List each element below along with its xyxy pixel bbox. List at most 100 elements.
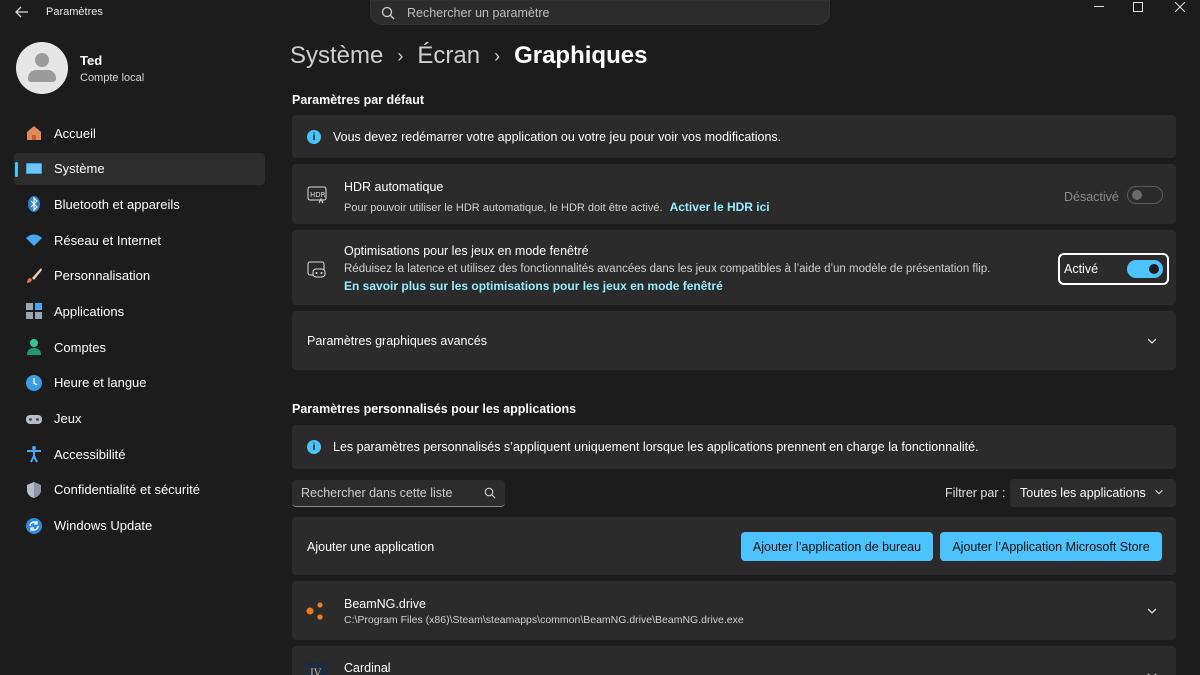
title-bar: Paramètres Rechercher un paramètre xyxy=(0,0,1200,28)
sidebar-item-label: Bluetooth et appareils xyxy=(54,196,180,212)
system-icon xyxy=(24,159,44,179)
sidebar-item-label: Applications xyxy=(54,303,125,319)
update-icon xyxy=(24,516,44,536)
filter-dropdown[interactable]: Toutes les applications xyxy=(1010,479,1176,507)
sidebar-item-heure[interactable]: Heure et langue xyxy=(14,367,265,399)
back-arrow-icon xyxy=(15,6,28,18)
windowed-game-icon xyxy=(307,261,326,278)
breadcrumb-chevron-icon: › xyxy=(397,45,404,66)
accessibility-icon xyxy=(24,444,44,464)
custom-info-text: Les paramètres personnalisés s’appliquen… xyxy=(333,440,979,454)
search-icon xyxy=(484,487,496,499)
hdr-icon: HDR xyxy=(307,186,327,204)
focus-outline xyxy=(1058,253,1169,285)
account-icon xyxy=(24,337,44,357)
sidebar-item-accueil[interactable]: Accueil xyxy=(14,117,265,149)
chevron-down-icon xyxy=(1147,608,1157,614)
windowed-description: Réduisez la latence et utilisez des fonc… xyxy=(344,263,991,275)
add-app-card: Ajouter une application Ajouter l’applic… xyxy=(292,517,1176,575)
sidebar-item-label: Accessibilité xyxy=(54,446,126,462)
windowed-optimizations-card: Optimisations pour les jeux en mode fenê… xyxy=(292,230,1176,305)
filter-value: Toutes les applications xyxy=(1020,486,1146,500)
chevron-down-icon xyxy=(1155,489,1163,495)
beamng-icon xyxy=(306,602,323,620)
sidebar-item-label: Heure et langue xyxy=(54,375,147,391)
app-name: BeamNG.drive xyxy=(344,597,426,611)
sidebar-item-label: Personnalisation xyxy=(54,268,151,284)
add-app-label: Ajouter une application xyxy=(307,540,435,554)
section-title-defaults: Paramètres par défaut xyxy=(292,93,425,107)
add-desktop-app-button[interactable]: Ajouter l’application de bureau xyxy=(741,532,933,561)
app-row-beamng[interactable]: BeamNG.drive C:\Program Files (x86)\Stea… xyxy=(292,581,1176,640)
custom-info-card: i Les paramètres personnalisés s’appliqu… xyxy=(292,425,1176,469)
sidebar-item-comptes[interactable]: Comptes xyxy=(14,331,265,363)
sidebar-item-label: Jeux xyxy=(54,411,82,426)
sidebar-item-bluetooth[interactable]: Bluetooth et appareils xyxy=(14,188,265,220)
app-title: Paramètres xyxy=(46,6,103,18)
profile-account-type: Compte local xyxy=(80,71,145,84)
sidebar-item-personnalisation[interactable]: Personnalisation xyxy=(14,260,265,292)
app-path: C:\Program Files (x86)\Steam\steamapps\c… xyxy=(344,614,744,626)
avatar xyxy=(16,42,68,94)
hdr-state-label: Désactivé xyxy=(1064,190,1119,204)
hdr-card: HDR HDR automatique Pour pouvoir utilise… xyxy=(292,164,1176,224)
chevron-down-icon xyxy=(1147,338,1157,344)
sidebar-item-jeux[interactable]: Jeux xyxy=(14,403,265,435)
add-store-app-button[interactable]: Ajouter l’Application Microsoft Store xyxy=(940,532,1162,561)
sidebar-item-accessibilite[interactable]: Accessibilité xyxy=(14,438,265,470)
wifi-icon xyxy=(24,230,44,250)
page-title: Graphiques xyxy=(514,42,648,69)
time-language-icon xyxy=(24,373,44,393)
sidebar-item-label: Réseau et Internet xyxy=(54,232,161,248)
chevron-down-icon xyxy=(1147,673,1157,675)
info-icon: i xyxy=(307,440,321,454)
hdr-title: HDR automatique xyxy=(344,180,444,194)
sidebar-item-label: Accueil xyxy=(54,125,96,141)
shield-icon xyxy=(24,480,44,500)
sidebar-item-label: Windows Update xyxy=(54,518,153,534)
sidebar-item-windows-update[interactable]: Windows Update xyxy=(14,510,265,542)
hdr-description: Pour pouvoir utiliser le HDR automatique… xyxy=(344,202,663,214)
breadcrumb: Système › Écran › Graphiques xyxy=(290,42,647,70)
app-row-cardinal[interactable]: IV Cardinal xyxy=(292,646,1176,675)
advanced-graphics-title: Paramètres graphiques avancés xyxy=(307,334,487,348)
maximize-icon xyxy=(1133,2,1143,12)
search-icon xyxy=(381,6,395,19)
windowed-title: Optimisations pour les jeux en mode fenê… xyxy=(344,244,589,258)
sidebar-item-reseau[interactable]: Réseau et Internet xyxy=(14,224,265,256)
restart-info-text: Vous devez redémarrer votre application … xyxy=(333,130,782,144)
minimize-icon xyxy=(1094,6,1104,7)
enable-hdr-link[interactable]: Activer le HDR ici xyxy=(670,200,770,214)
app-name: Cardinal xyxy=(344,661,391,675)
breadcrumb-chevron-icon: › xyxy=(494,45,501,66)
profile-name: Ted xyxy=(80,52,103,68)
breadcrumb-systeme[interactable]: Système xyxy=(290,42,383,70)
sidebar-nav: Accueil Système Bluetooth et appareils R… xyxy=(14,117,265,545)
close-button[interactable] xyxy=(1160,0,1200,14)
breadcrumb-ecran[interactable]: Écran xyxy=(417,42,480,70)
back-button[interactable] xyxy=(10,2,34,22)
sidebar-item-systeme[interactable]: Système xyxy=(14,152,265,185)
bluetooth-icon xyxy=(24,194,44,214)
maximize-button[interactable] xyxy=(1118,0,1158,14)
cardinal-icon: IV xyxy=(307,662,327,675)
svg-text:IV: IV xyxy=(310,668,322,675)
app-list-search-input[interactable]: Rechercher dans cette liste xyxy=(292,480,505,507)
sidebar-item-confidentialite[interactable]: Confidentialité et sécurité xyxy=(14,474,265,506)
settings-search-placeholder: Rechercher un paramètre xyxy=(407,5,550,20)
windowed-learn-more-link[interactable]: En savoir plus sur les optimisations pou… xyxy=(344,279,723,293)
svg-text:HDR: HDR xyxy=(310,191,326,199)
apps-icon xyxy=(24,301,44,321)
sidebar-item-label: Système xyxy=(54,161,105,177)
app-list-search-placeholder: Rechercher dans cette liste xyxy=(301,486,453,500)
gamepad-icon xyxy=(24,409,44,429)
sidebar-item-applications[interactable]: Applications xyxy=(14,295,265,327)
settings-search-input[interactable]: Rechercher un paramètre xyxy=(370,0,830,25)
sidebar-item-label: Confidentialité et sécurité xyxy=(54,482,200,498)
advanced-graphics-card[interactable]: Paramètres graphiques avancés xyxy=(292,311,1176,370)
info-icon: i xyxy=(307,130,321,144)
minimize-button[interactable] xyxy=(1079,0,1119,14)
hdr-toggle[interactable] xyxy=(1127,186,1163,204)
restart-info-card: i Vous devez redémarrer votre applicatio… xyxy=(292,115,1176,158)
user-profile[interactable]: Ted Compte local xyxy=(16,42,144,94)
